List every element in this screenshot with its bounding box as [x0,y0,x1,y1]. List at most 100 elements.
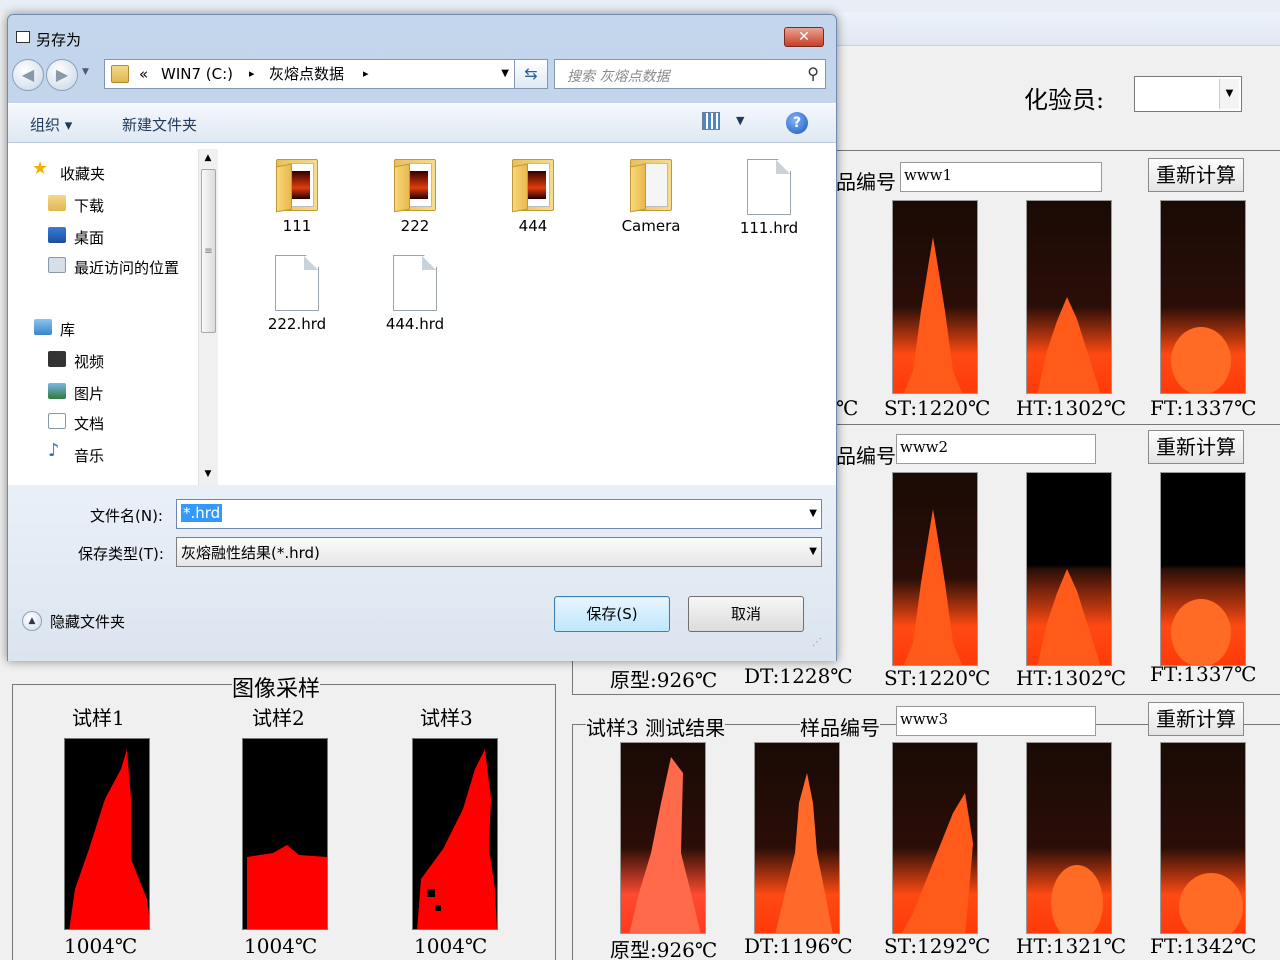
music-icon: ♪ [48,440,60,461]
refresh-button[interactable]: ⇆ [514,59,548,89]
scroll-down-icon[interactable]: ▼ [199,465,217,483]
chevron-down-icon[interactable]: ▼ [501,60,509,88]
close-button[interactable]: ✕ [784,27,824,47]
flame-shape [1037,297,1101,393]
breadcrumb-drive[interactable]: WIN7 (C:) [161,60,233,88]
library-icon [34,319,52,335]
result3-original-image [620,742,706,934]
filetype-value: 灰熔融性结果(*.hrd) [181,544,320,562]
analyst-combo[interactable]: ▼ [1134,76,1242,112]
help-icon[interactable]: ? [786,112,808,134]
chevron-down-icon[interactable]: ▼ [809,508,817,519]
filename-input[interactable]: *.hrd ▼ [176,499,822,529]
folder-item-camera[interactable]: Camera [596,155,706,235]
result3-dt-image [754,742,840,934]
nav-recent[interactable]: 最近访问的位置 [74,257,179,278]
organize-menu[interactable]: 组织 ▾ [30,114,72,135]
scrollbar-thumb[interactable]: ≡ [201,169,216,333]
refresh-icon: ⇆ [524,64,538,83]
hide-folders-toggle[interactable]: 隐藏文件夹 [50,611,125,632]
document-icon [393,255,437,311]
cancel-button[interactable]: 取消 [688,596,804,632]
breadcrumb-folder[interactable]: 灰熔点数据 [269,60,344,88]
chevron-down-icon[interactable]: ▼ [809,546,817,557]
address-bar[interactable]: « WIN7 (C:) ▸ 灰熔点数据 ▸ ▼ [104,59,518,89]
sample-silhouette [247,845,327,929]
app-titlebar [836,12,1280,46]
droplet-shape [1171,599,1231,665]
nav-video[interactable]: 视频 [74,351,104,372]
forward-button[interactable]: ▶ [46,59,78,91]
result3-ht-image [1026,742,1112,934]
file-item-111-hrd[interactable]: 111.hrd [714,159,824,237]
file-item-222-hrd[interactable]: 222.hrd [242,255,352,333]
sample-silhouette [69,749,149,929]
recent-places-icon [48,257,66,273]
save-button[interactable]: 保存(S) [554,596,670,632]
nav-favorites[interactable]: 收藏夹 [60,163,105,184]
result3-recalc-button[interactable]: 重新计算 [1148,702,1244,736]
result3-st-image [892,742,978,934]
nav-pictures[interactable]: 图片 [74,383,104,404]
chevron-down-icon[interactable]: ▼ [1219,79,1239,109]
filetype-select[interactable]: 灰熔融性结果(*.hrd) ▼ [176,537,822,567]
file-item-444-hrd[interactable]: 444.hrd [360,255,470,333]
droplet-shape [1171,327,1231,393]
result2-sample-id-input[interactable]: www2 [896,434,1096,464]
nav-music[interactable]: 音乐 [74,445,104,466]
resize-grip-icon[interactable]: ⋰ [812,637,822,648]
breadcrumb-separator-icon[interactable]: ▸ [363,60,369,88]
history-dropdown-icon[interactable]: ▼ [82,67,89,77]
window-icon [16,31,30,43]
desktop-icon [48,227,66,243]
scroll-up-icon[interactable]: ▲ [199,149,217,167]
folder-icon [510,155,556,213]
file-name: 111 [282,217,312,235]
result1-ft-temp: FT:1337℃ [1150,396,1257,420]
sample2-temp: 1004℃ [244,934,318,958]
result2-dt-temp: DT:1228℃ [744,664,853,688]
search-input[interactable]: 搜索 灰熔点数据 ⚲ [554,59,826,89]
folder-item-111[interactable]: 111 [242,155,352,235]
file-name: 111.hrd [739,219,799,237]
view-icon[interactable] [702,112,720,130]
star-icon: ★ [32,158,49,179]
chevron-down-icon[interactable]: ▼ [736,114,744,127]
folder-icon [274,155,320,213]
new-folder-button[interactable]: 新建文件夹 [122,114,197,135]
breadcrumb-overflow[interactable]: « [139,60,148,88]
folder-icon [392,155,438,213]
droplet-shape [1179,873,1243,933]
arrow-left-icon: ◀ [21,65,35,84]
folder-item-222[interactable]: 222 [360,155,470,235]
search-icon[interactable]: ⚲ [807,64,819,83]
nav-downloads[interactable]: 下载 [74,195,104,216]
result2-original-temp: 原型:926℃ [610,668,718,692]
result1-sample-label: 品编号 [836,166,896,195]
result3-dt-temp: DT:1196℃ [744,934,853,958]
result3-sample-id-input[interactable]: www3 [896,706,1096,736]
result1-sample-id-input[interactable]: www1 [900,162,1102,192]
sample2-label: 试样2 [252,706,305,730]
result3-frame-left [572,724,573,960]
back-button[interactable]: ◀ [12,59,44,91]
nav-libraries[interactable]: 库 [60,319,75,340]
result3-ht-temp: HT:1321℃ [1016,934,1127,958]
nav-scrollbar[interactable]: ▲ ≡ ▼ [198,149,218,485]
documents-icon [48,413,66,429]
nav-documents[interactable]: 文档 [74,413,104,434]
toolbar: 组织 ▾ 新建文件夹 ▼ ? [8,103,836,143]
file-name: 444 [518,217,548,235]
sampling-title: 图像采样 [232,671,321,703]
download-folder-icon [48,195,66,211]
filename-value: *.hrd [181,504,223,522]
folder-item-444[interactable]: 444 [478,155,588,235]
collapse-up-icon[interactable]: ▲ [22,611,42,631]
result2-recalc-button[interactable]: 重新计算 [1148,430,1244,464]
breadcrumb-separator-icon[interactable]: ▸ [249,60,255,88]
result1-recalc-button[interactable]: 重新计算 [1148,158,1244,192]
dialog-title: 另存为 [36,31,82,49]
file-name: 444.hrd [385,315,445,333]
nav-desktop[interactable]: 桌面 [74,227,104,248]
result2-ht-temp: HT:1302℃ [1016,666,1127,690]
